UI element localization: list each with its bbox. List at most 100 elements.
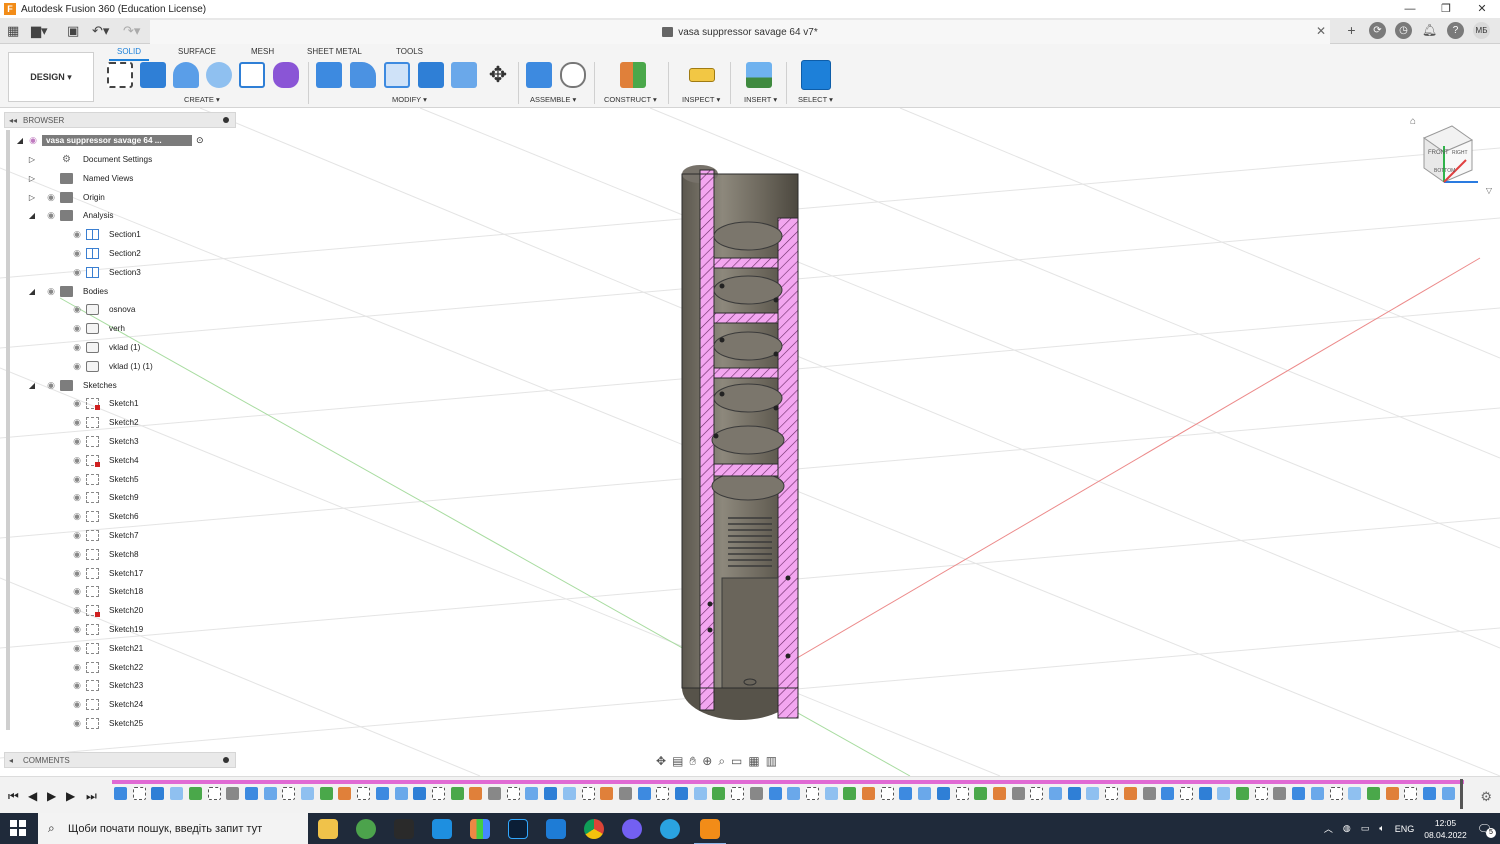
timeline-feature-icon[interactable] (1161, 787, 1175, 800)
timeline-feature-icon[interactable] (170, 787, 184, 800)
viewports-icon[interactable]: ▥ (766, 754, 777, 768)
timeline-feature-icon[interactable] (263, 787, 277, 800)
browser-tree-item[interactable]: ◉ vklad (1) (40, 339, 144, 356)
visibility-eye-icon[interactable]: ◉ (70, 492, 84, 503)
timeline-feature-icon[interactable] (1329, 787, 1343, 800)
workspace-switcher-button[interactable]: DESIGN ▾ (8, 52, 94, 102)
timeline-feature-icon[interactable] (1385, 787, 1399, 800)
form-icon[interactable] (273, 62, 299, 88)
timeline-feature-icon[interactable] (712, 787, 726, 800)
grid-settings-icon[interactable]: ▦ (748, 754, 759, 768)
timeline-feature-icon[interactable] (899, 787, 913, 800)
timeline-feature-icon[interactable] (151, 787, 165, 800)
tab-tools[interactable]: TOOLS (396, 47, 423, 56)
timeline-feature-icon[interactable] (1142, 787, 1156, 800)
save-icon[interactable]: ▣ (67, 23, 79, 39)
extensions-icon[interactable]: ⟳ (1369, 22, 1386, 39)
timeline-feature-icon[interactable] (1292, 787, 1306, 800)
timeline-feature-icon[interactable] (301, 787, 314, 800)
timeline-feature-icon[interactable] (768, 787, 782, 800)
visibility-eye-icon[interactable]: ◉ (70, 662, 84, 673)
timeline-feature-icon[interactable] (357, 787, 371, 800)
visibility-eye-icon[interactable]: ◉ (44, 210, 58, 221)
new-tab-plus-icon[interactable]: + (1343, 22, 1360, 39)
timeline-feature-icon[interactable] (918, 787, 932, 800)
timeline-feature-icon[interactable] (787, 787, 801, 800)
tray-expand-icon[interactable]: ︿ (1324, 822, 1333, 835)
create-sketch-icon[interactable] (107, 62, 133, 88)
help-icon[interactable]: ? (1447, 22, 1464, 39)
browser-tree-item[interactable]: ◢ ◉ Sketches (26, 377, 121, 394)
view-cube[interactable]: FRONT RIGHT BOTTOM ⌂ ▽ (1408, 116, 1494, 202)
browser-tree-item[interactable]: ◉ Sketch3 (40, 433, 143, 450)
visibility-eye-icon[interactable]: ◉ (70, 323, 84, 334)
visibility-eye-icon[interactable]: ◉ (70, 605, 84, 616)
expand-arrow-icon[interactable]: ◢ (26, 381, 38, 390)
timeline-feature-icon[interactable] (544, 787, 558, 800)
timeline-feature-icon[interactable] (282, 787, 296, 800)
combine-icon[interactable] (418, 62, 444, 88)
expand-arrow-icon[interactable]: ▷ (26, 174, 38, 183)
undo-icon[interactable]: ↶▾ (92, 23, 109, 39)
minimize-button[interactable]: — (1392, 0, 1428, 18)
timeline-feature-icon[interactable] (1423, 787, 1436, 800)
visibility-eye-icon[interactable]: ◉ (70, 229, 84, 240)
activate-component-icon[interactable]: ⊙ (196, 135, 204, 146)
browser-tree-item[interactable]: ◉ Section2 (40, 245, 145, 262)
select-icon[interactable] (801, 60, 831, 90)
action-center-icon[interactable]: 🗨︎ 5 (1477, 822, 1496, 838)
timeline-feature-icon[interactable] (1254, 787, 1268, 800)
suppressor-section-model[interactable] (681, 165, 799, 720)
timeline-last-icon[interactable]: ⏭︎ (86, 789, 97, 804)
measure-icon[interactable] (689, 68, 715, 82)
assemble-menu[interactable]: ASSEMBLE ▾ (530, 95, 576, 104)
browser-tree-item[interactable]: ◉ Sketch19 (40, 621, 147, 638)
timeline-feature-icon[interactable] (319, 787, 333, 800)
visibility-eye-icon[interactable]: ◉ (44, 286, 58, 297)
visibility-eye-icon[interactable]: ◉ (44, 380, 58, 391)
maximize-button[interactable]: ❐ (1428, 0, 1464, 18)
timeline-feature-icon[interactable] (525, 787, 539, 800)
tree-root[interactable]: ◢ ◉ vasa suppressor savage 64 ... ⊙ (14, 132, 204, 149)
extrude-icon[interactable] (140, 62, 166, 88)
browser-tree-item[interactable]: ◉ Sketch17 (40, 565, 147, 582)
visibility-eye-icon[interactable]: ◉ (70, 680, 84, 691)
fillet-icon[interactable] (350, 62, 376, 88)
visibility-eye-icon[interactable]: ◉ (70, 398, 84, 409)
tab-surface[interactable]: SURFACE (178, 47, 216, 56)
visibility-eye-icon[interactable]: ◉ (26, 135, 40, 146)
move-copy-icon[interactable]: ✥ (485, 62, 511, 88)
browser-tree-item[interactable]: ◉ Sketch4 (40, 452, 143, 469)
timeline-feature-icon[interactable] (1273, 787, 1287, 800)
taskbar-search-box[interactable]: ⌕ Щоби почати пошук, введіть запит тут (38, 813, 308, 844)
timeline-feature-icon[interactable] (413, 787, 427, 800)
visibility-eye-icon[interactable]: ◉ (44, 192, 58, 203)
viewcube-menu-icon[interactable]: ▽ (1486, 186, 1492, 195)
collapse-comments-icon[interactable]: ◂ (9, 756, 13, 765)
visibility-eye-icon[interactable]: ◉ (70, 248, 84, 259)
timeline-feature-icon[interactable] (1348, 787, 1362, 800)
visibility-eye-icon[interactable]: ◉ (70, 455, 84, 466)
timeline-feature-icon[interactable] (431, 787, 445, 800)
hole-icon[interactable] (206, 62, 232, 88)
viber-icon[interactable] (622, 819, 642, 839)
app-grid-icon[interactable]: ▦ (7, 23, 19, 39)
app-dark-icon[interactable] (394, 819, 414, 839)
document-tab[interactable]: vasa suppressor savage 64 v7* ✕ (150, 20, 1330, 44)
browser-header[interactable]: ◂◂ BROWSER (4, 112, 236, 128)
timeline-prev-icon[interactable]: ◀︎ (28, 789, 37, 803)
timeline-feature-icon[interactable] (1366, 787, 1380, 800)
timeline-feature-icon[interactable] (618, 787, 632, 800)
close-window-button[interactable]: ✕ (1464, 0, 1500, 18)
timeline-feature-icon[interactable] (955, 787, 969, 800)
fusion360-taskbar-icon[interactable] (694, 819, 726, 844)
timeline-feature-icon[interactable] (132, 787, 146, 800)
timeline-next-icon[interactable]: ▶︎ (66, 789, 75, 803)
browser-tree-item[interactable]: ◉ Sketch18 (40, 583, 147, 600)
timeline-feature-icon[interactable] (992, 787, 1006, 800)
new-component-icon[interactable] (526, 62, 552, 88)
file-explorer-icon[interactable] (318, 819, 338, 839)
expand-arrow-icon[interactable]: ▷ (26, 193, 38, 202)
browser-tree-item[interactable]: ◉ Section1 (40, 226, 145, 243)
timeline-feature-icon[interactable] (450, 787, 464, 800)
